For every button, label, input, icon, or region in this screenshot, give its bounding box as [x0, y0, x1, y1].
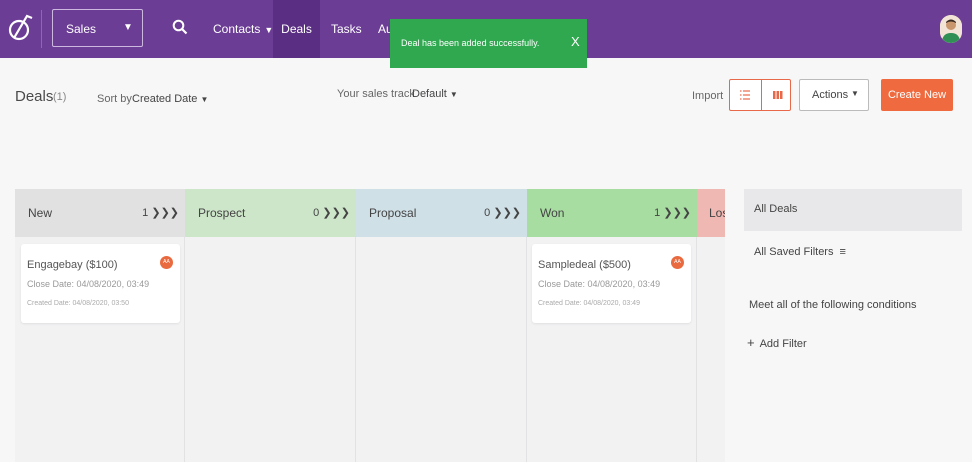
deal-count: (1) — [53, 91, 67, 103]
chevron-down-icon: ▼ — [264, 25, 274, 35]
column-header-lost[interactable]: Los — [697, 189, 725, 237]
nav-tasks[interactable]: Tasks — [331, 0, 362, 58]
deal-created-date: Created Date: 04/08/2020, 03:49 — [538, 300, 640, 307]
filter-conditions-text: Meet all of the following conditions — [749, 299, 917, 311]
chevron-down-icon: ▼ — [123, 22, 133, 33]
sort-dropdown-label: Created Date — [132, 93, 198, 105]
sales-track-dropdown[interactable]: Default ▼ — [412, 88, 458, 100]
import-link[interactable]: Import — [692, 90, 723, 102]
chevron-down-icon: ▼ — [449, 90, 458, 99]
sort-dropdown[interactable]: Created Date ▼ — [132, 93, 208, 105]
add-filter-label: Add Filter — [759, 338, 807, 350]
sales-track-label: Your sales track — [337, 88, 415, 100]
success-toast: Deal has been added successfully. X — [390, 19, 587, 68]
module-select[interactable]: Sales ▼ — [52, 9, 143, 47]
column-name: Won — [540, 206, 565, 220]
list-view-button[interactable] — [730, 80, 761, 110]
avatar[interactable] — [940, 15, 962, 43]
column-name: Los — [709, 206, 725, 220]
column-name: Proposal — [369, 206, 417, 220]
create-new-button[interactable]: Create New — [881, 79, 953, 111]
deal-title: Engagebay ($100) — [27, 259, 118, 271]
column-count: 0 ❯❯❯ — [484, 207, 521, 219]
owner-avatar[interactable]: AA — [160, 256, 173, 269]
actions-label: Actions — [812, 89, 849, 101]
view-toggle — [729, 79, 791, 111]
column-count: 0 ❯❯❯ — [313, 207, 350, 219]
nav-deals[interactable]: Deals — [273, 0, 320, 58]
filter-icon: ≡ — [839, 246, 846, 258]
sales-track-dropdown-label: Default — [412, 88, 447, 100]
search-icon[interactable] — [172, 19, 188, 35]
column-count: 1 ❯❯❯ — [654, 207, 691, 219]
sort-label: Sort by — [97, 93, 132, 105]
toast-message: Deal has been added successfully. — [401, 38, 540, 48]
deal-close-date: Close Date: 04/08/2020, 03:49 — [27, 279, 150, 289]
column-body-lost — [697, 237, 725, 462]
deal-card[interactable]: Engagebay ($100) Close Date: 04/08/2020,… — [21, 244, 180, 323]
column-header-new[interactable]: New 1 ❯❯❯ — [15, 189, 185, 237]
column-name: Prospect — [198, 206, 246, 220]
page-title: Deals — [15, 88, 54, 105]
nav-divider — [41, 10, 42, 48]
actions-dropdown[interactable]: Actions ▼ — [799, 79, 869, 111]
column-header-proposal[interactable]: Proposal 0 ❯❯❯ — [356, 189, 527, 237]
plus-icon: + — [747, 335, 755, 350]
deal-card[interactable]: Sampledeal ($500) Close Date: 04/08/2020… — [532, 244, 691, 323]
owner-avatar[interactable]: AA — [671, 256, 684, 269]
filter-all-deals[interactable]: All Deals — [744, 189, 962, 231]
filter-saved-filters[interactable]: All Saved Filters ≡ — [754, 246, 846, 258]
column-count: 1 ❯❯❯ — [142, 207, 179, 219]
nav-contacts-label: Contacts — [213, 22, 261, 36]
column-name: New — [28, 206, 53, 220]
column-body-proposal — [356, 237, 527, 462]
deal-title: Sampledeal ($500) — [538, 259, 631, 271]
module-select-label: Sales — [66, 22, 97, 36]
logo-icon[interactable] — [6, 12, 34, 44]
deal-close-date: Close Date: 04/08/2020, 03:49 — [538, 279, 661, 289]
column-header-prospect[interactable]: Prospect 0 ❯❯❯ — [185, 189, 356, 237]
add-filter-button[interactable]: + Add Filter — [747, 335, 807, 350]
board-view-button[interactable] — [761, 80, 791, 110]
list-view-icon — [740, 90, 750, 100]
chevron-down-icon: ▼ — [851, 89, 859, 98]
saved-filters-label: All Saved Filters — [754, 246, 834, 258]
deal-created-date: Created Date: 04/08/2020, 03:50 — [27, 300, 129, 307]
column-header-won[interactable]: Won 1 ❯❯❯ — [527, 189, 697, 237]
close-icon[interactable]: X — [571, 34, 580, 49]
board-view-icon — [773, 91, 783, 99]
filter-all-deals-label: All Deals — [754, 203, 798, 215]
column-body-prospect — [185, 237, 356, 462]
nav-contacts[interactable]: Contacts ▼ — [213, 0, 273, 58]
chevron-down-icon: ▼ — [200, 95, 209, 104]
